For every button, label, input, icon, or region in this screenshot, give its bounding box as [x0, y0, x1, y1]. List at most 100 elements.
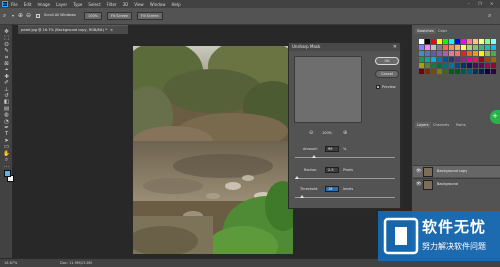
- swatch-color[interactable]: [455, 69, 460, 74]
- swatch-color[interactable]: [467, 57, 472, 62]
- swatch-color[interactable]: [425, 39, 430, 44]
- swatch-color[interactable]: [443, 57, 448, 62]
- menu-view[interactable]: View: [134, 2, 144, 7]
- swatch-color[interactable]: [437, 63, 442, 68]
- swatch-color[interactable]: [467, 45, 472, 50]
- swatch-color[interactable]: [473, 39, 478, 44]
- swatch-color[interactable]: [437, 57, 442, 62]
- swatch-color[interactable]: [443, 51, 448, 56]
- swatch-color[interactable]: [449, 39, 454, 44]
- close-window-icon[interactable]: ✕: [490, 1, 493, 6]
- menu-help[interactable]: Help: [171, 2, 180, 7]
- amount-input[interactable]: 99: [325, 146, 339, 152]
- swatch-color[interactable]: [419, 45, 424, 50]
- swatch-color[interactable]: [449, 51, 454, 56]
- swatch-color[interactable]: [461, 69, 466, 74]
- menu-select[interactable]: Select: [88, 2, 100, 7]
- swatch-color[interactable]: [473, 63, 478, 68]
- swatch-color[interactable]: [425, 45, 430, 50]
- menu-file[interactable]: File: [11, 2, 18, 7]
- swatch-color[interactable]: [419, 57, 424, 62]
- swatch-color[interactable]: [485, 63, 490, 68]
- swatch-color[interactable]: [461, 51, 466, 56]
- swatch-color[interactable]: [461, 45, 466, 50]
- zoom-tool-icon[interactable]: ⌕: [3, 12, 6, 20]
- swatch-color[interactable]: [431, 51, 436, 56]
- menu-window[interactable]: Window: [150, 2, 166, 7]
- preview-checkbox[interactable]: ✓: [376, 85, 380, 89]
- swatch-color[interactable]: [449, 69, 454, 74]
- swatch-color[interactable]: [431, 39, 436, 44]
- swatch-color[interactable]: [449, 45, 454, 50]
- swatch-color[interactable]: [485, 45, 490, 50]
- radius-slider-thumb[interactable]: [295, 176, 299, 179]
- swatch-color[interactable]: [419, 69, 424, 74]
- swatch-color[interactable]: [443, 69, 448, 74]
- swatch-color[interactable]: [485, 51, 490, 56]
- swatch-color[interactable]: [479, 39, 484, 44]
- swatch-color[interactable]: [455, 57, 460, 62]
- menu-image[interactable]: Image: [37, 2, 50, 7]
- fit-screen-button[interactable]: Fit Screen: [107, 12, 133, 20]
- swatch-color[interactable]: [437, 45, 442, 50]
- swatch-color[interactable]: [461, 39, 466, 44]
- swatch-color[interactable]: [473, 69, 478, 74]
- swatch-color[interactable]: [491, 57, 496, 62]
- swatch-color[interactable]: [431, 45, 436, 50]
- swatch-color[interactable]: [467, 69, 472, 74]
- swatch-color[interactable]: [491, 39, 496, 44]
- minimize-icon[interactable]: –: [468, 1, 470, 6]
- swatch-color[interactable]: [455, 45, 460, 50]
- tab-channels[interactable]: Channels: [431, 122, 451, 128]
- amount-slider-thumb[interactable]: [312, 155, 316, 158]
- chevron-down-icon[interactable]: ▾: [12, 12, 14, 20]
- swatch-color[interactable]: [437, 69, 442, 74]
- swatch-color[interactable]: [443, 45, 448, 50]
- swatch-color[interactable]: [473, 57, 478, 62]
- foreground-color-swatch[interactable]: [4, 170, 11, 177]
- swatch-color[interactable]: [431, 63, 436, 68]
- swatch-color[interactable]: [425, 69, 430, 74]
- maximize-icon[interactable]: ❐: [478, 1, 482, 6]
- swatch-color[interactable]: [467, 51, 472, 56]
- swatch-color[interactable]: [479, 57, 484, 62]
- menu-type[interactable]: Type: [73, 2, 82, 7]
- menu-edit[interactable]: Edit: [24, 2, 32, 7]
- float-add-icon[interactable]: +: [490, 110, 500, 124]
- swatch-color[interactable]: [467, 39, 472, 44]
- tab-layers[interactable]: Layers: [415, 122, 431, 128]
- eye-icon[interactable]: 👁: [416, 182, 422, 187]
- swatch-color[interactable]: [419, 39, 424, 44]
- swatch-color[interactable]: [431, 57, 436, 62]
- ok-button[interactable]: OK: [375, 57, 399, 65]
- swatch-color[interactable]: [437, 39, 442, 44]
- swatch-color[interactable]: [485, 57, 490, 62]
- swatch-color[interactable]: [491, 63, 496, 68]
- tab-swatches[interactable]: Swatches: [415, 28, 436, 34]
- swatch-color[interactable]: [479, 45, 484, 50]
- fill-screen-button[interactable]: Fill Screen: [137, 12, 163, 20]
- swatch-color[interactable]: [491, 69, 496, 74]
- radius-slider-track[interactable]: [295, 178, 395, 179]
- swatch-color[interactable]: [461, 63, 466, 68]
- layer-row-background-copy[interactable]: 👁 Background copy: [413, 165, 500, 177]
- swatch-color[interactable]: [455, 51, 460, 56]
- swatch-color[interactable]: [449, 63, 454, 68]
- tab-paths[interactable]: Paths: [454, 122, 468, 128]
- cancel-button[interactable]: Cancel: [375, 70, 399, 78]
- eye-icon[interactable]: 👁: [416, 169, 422, 174]
- threshold-input[interactable]: 18: [325, 186, 339, 192]
- zoom-out-icon[interactable]: ⊖: [26, 12, 31, 20]
- swatch-color[interactable]: [425, 63, 430, 68]
- swatch-color[interactable]: [431, 69, 436, 74]
- menu-3d[interactable]: 3D: [123, 2, 129, 7]
- scroll-all-checkbox[interactable]: [36, 14, 40, 18]
- swatch-color[interactable]: [461, 57, 466, 62]
- menu-filter[interactable]: Filter: [107, 2, 117, 7]
- amount-slider-track[interactable]: [295, 157, 395, 158]
- swatch-color[interactable]: [485, 39, 490, 44]
- close-tab-icon[interactable]: ×: [110, 28, 113, 32]
- swatch-color[interactable]: [425, 51, 430, 56]
- swatch-color[interactable]: [455, 63, 460, 68]
- swatch-color[interactable]: [443, 63, 448, 68]
